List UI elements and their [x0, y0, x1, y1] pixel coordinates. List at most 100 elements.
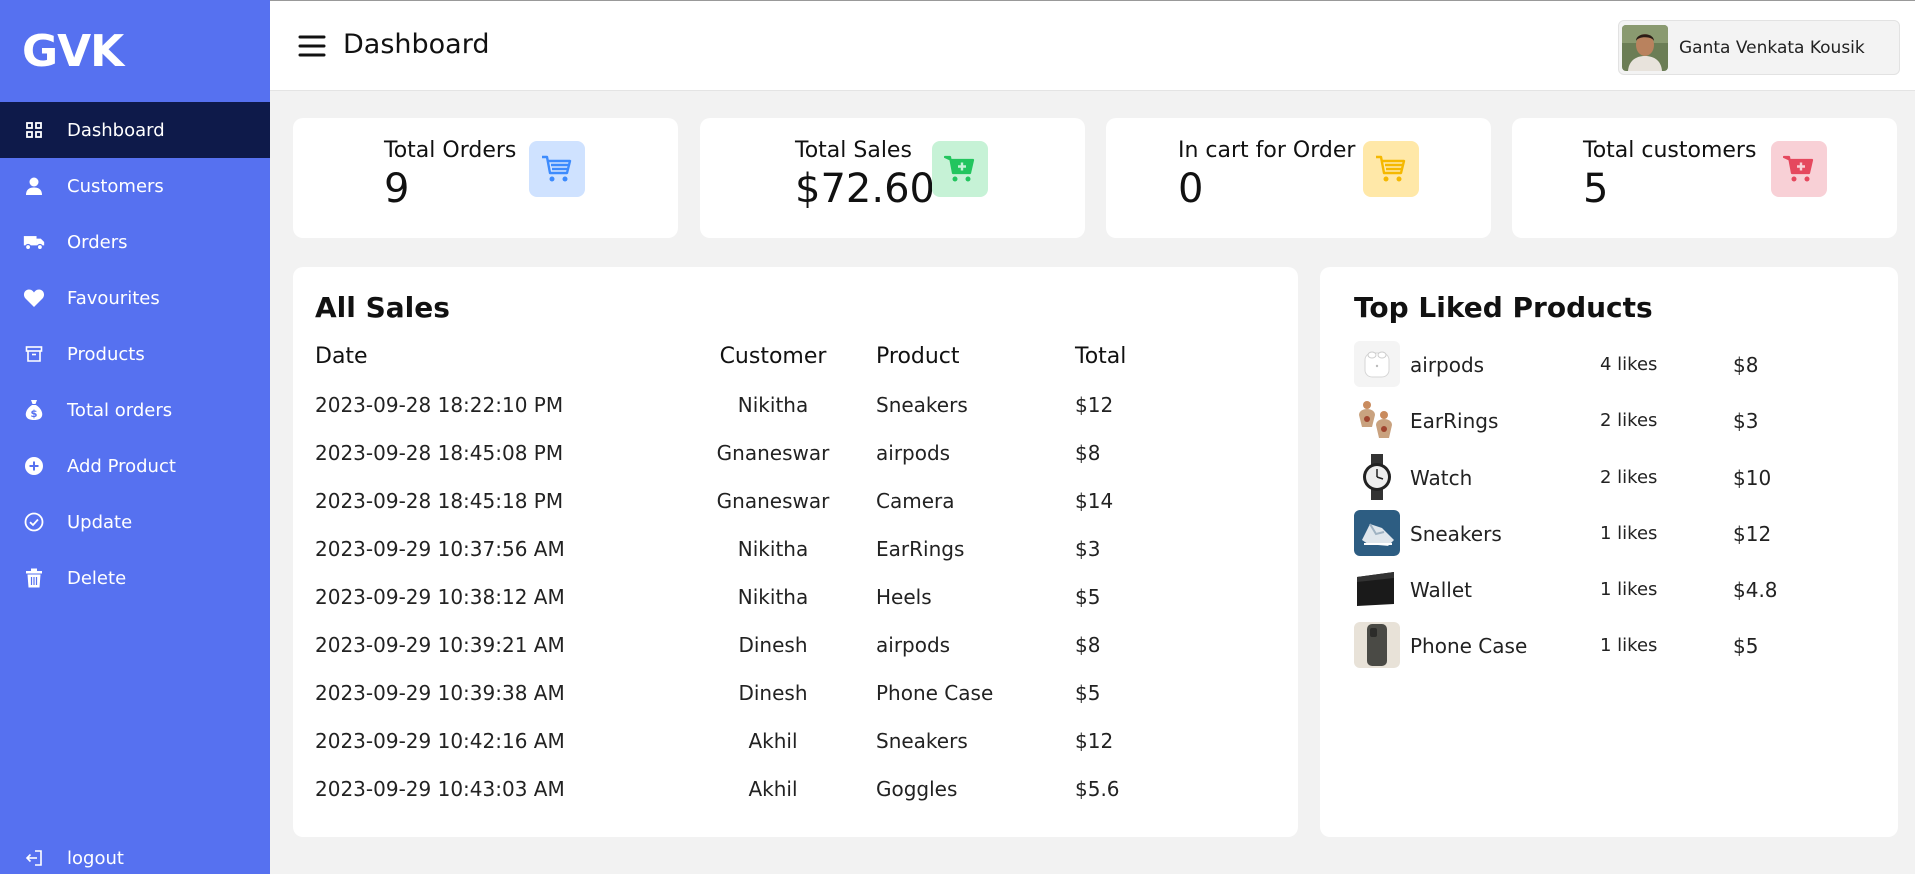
column-header-customer: Customer: [719, 344, 827, 369]
table-row: 2023-09-29 10:42:16 AM Akhil Sneakers $1…: [293, 729, 1298, 777]
cell-date: 2023-09-28 18:45:08 PM: [315, 441, 564, 465]
cell-product: Sneakers: [876, 729, 968, 753]
earrings-thumbnail: [1354, 397, 1400, 443]
wallet-thumbnail: [1354, 566, 1400, 612]
cell-total: $5: [1075, 681, 1101, 705]
stat-card-in-cart: In cart for Order 0: [1106, 118, 1491, 238]
panel-title: Top Liked Products: [1354, 291, 1653, 324]
stat-card-title: In cart for Order: [1178, 138, 1356, 163]
cell-customer: Nikitha: [737, 585, 809, 609]
top-liked-products-panel: Top Liked Products airpods 4 likes $8 Ea…: [1320, 267, 1898, 837]
sidebar-item-label: Orders: [67, 231, 128, 253]
table-row: 2023-09-29 10:39:21 AM Dinesh airpods $8: [293, 633, 1298, 681]
logout-button[interactable]: logout: [0, 830, 270, 874]
cart-icon: [529, 141, 585, 197]
table-row: 2023-09-28 18:45:08 PM Gnaneswar airpods…: [293, 441, 1298, 489]
cell-customer: Nikitha: [737, 537, 809, 561]
sidebar-item-orders[interactable]: Orders: [0, 214, 270, 270]
sidebar-item-add-product[interactable]: Add Product: [0, 438, 270, 494]
cell-date: 2023-09-29 10:39:38 AM: [315, 681, 565, 705]
airpods-thumbnail: [1354, 341, 1400, 387]
list-item: Phone Case 1 likes $5: [1320, 622, 1898, 678]
product-price: $10: [1733, 466, 1772, 490]
cell-customer: Nikitha: [737, 393, 809, 417]
cell-product: Sneakers: [876, 393, 968, 417]
table-row: 2023-09-29 10:37:56 AM Nikitha EarRings …: [293, 537, 1298, 585]
sidebar-item-total-orders[interactable]: $ Total orders: [0, 382, 270, 438]
logout-label: logout: [67, 847, 124, 869]
stat-card-value: 9: [384, 166, 410, 212]
cell-date: 2023-09-29 10:39:21 AM: [315, 633, 565, 657]
stat-card-value: 5: [1583, 166, 1609, 212]
column-header-date: Date: [315, 344, 368, 369]
sidebar-item-delete[interactable]: Delete: [0, 550, 270, 606]
cell-customer: Gnaneswar: [716, 441, 830, 465]
column-header-product: Product: [876, 344, 960, 369]
cart-icon: [1363, 141, 1419, 197]
heart-icon: [23, 287, 45, 309]
sidebar-item-label: Customers: [67, 175, 164, 197]
cell-date: 2023-09-29 10:43:03 AM: [315, 777, 565, 801]
product-likes: 2 likes: [1600, 467, 1658, 488]
cell-product: airpods: [876, 441, 951, 465]
cell-date: 2023-09-29 10:42:16 AM: [315, 729, 565, 753]
cell-customer: Dinesh: [738, 633, 808, 657]
cell-date: 2023-09-29 10:38:12 AM: [315, 585, 565, 609]
sidebar-item-favourites[interactable]: Favourites: [0, 270, 270, 326]
sidebar-nav: Dashboard Customers Orders Favourites Pr…: [0, 102, 270, 606]
money-bag-icon: $: [23, 399, 45, 421]
cell-product: Camera: [876, 489, 955, 513]
panel-title: All Sales: [315, 291, 450, 324]
cell-total: $5.6: [1075, 777, 1120, 801]
cell-product: Goggles: [876, 777, 958, 801]
sidebar-item-label: Products: [67, 343, 145, 365]
hamburger-menu-button[interactable]: [298, 34, 326, 58]
cell-customer: Dinesh: [738, 681, 808, 705]
sidebar: GVK Dashboard Customers Orders Favourite…: [0, 0, 270, 874]
product-name: Watch: [1410, 466, 1473, 490]
stat-card-title: Total Orders: [384, 138, 517, 163]
cell-total: $12: [1075, 393, 1114, 417]
cell-product: EarRings: [876, 537, 965, 561]
sidebar-item-label: Favourites: [67, 287, 160, 309]
sidebar-item-label: Delete: [67, 567, 127, 589]
cell-customer: Gnaneswar: [716, 489, 830, 513]
stat-card-title: Total Sales: [795, 138, 912, 163]
list-item: Wallet 1 likes $4.8: [1320, 566, 1898, 622]
product-name: Sneakers: [1410, 522, 1502, 546]
check-circle-icon: [23, 511, 45, 533]
product-price: $3: [1733, 409, 1759, 433]
stat-card-total-sales: Total Sales $72.60: [700, 118, 1085, 238]
table-row: 2023-09-29 10:38:12 AM Nikitha Heels $5: [293, 585, 1298, 633]
sneakers-thumbnail: [1354, 510, 1400, 556]
sidebar-item-dashboard[interactable]: Dashboard: [0, 102, 270, 158]
product-price: $8: [1733, 353, 1759, 377]
product-likes: 1 likes: [1600, 579, 1658, 600]
cell-total: $3: [1075, 537, 1101, 561]
stat-card-total-orders: Total Orders 9: [293, 118, 678, 238]
list-item: EarRings 2 likes $3: [1320, 397, 1898, 453]
cell-total: $5: [1075, 585, 1101, 609]
logout-icon: [23, 847, 45, 869]
user-profile-chip[interactable]: Ganta Venkata Kousik: [1618, 20, 1900, 75]
brand-logo: GVK: [22, 26, 124, 77]
product-name: Wallet: [1410, 578, 1473, 602]
sidebar-item-label: Dashboard: [67, 119, 165, 141]
all-sales-panel: All Sales Date Customer Product Total 20…: [293, 267, 1298, 837]
sidebar-item-customers[interactable]: Customers: [0, 158, 270, 214]
sidebar-item-products[interactable]: Products: [0, 326, 270, 382]
product-price: $5: [1733, 634, 1759, 658]
product-name: EarRings: [1410, 409, 1499, 433]
table-row: 2023-09-28 18:22:10 PM Nikitha Sneakers …: [293, 393, 1298, 441]
cart-plus-icon: [932, 141, 988, 197]
cart-plus-icon: [1771, 141, 1827, 197]
svg-text:$: $: [31, 409, 38, 420]
product-likes: 1 likes: [1600, 635, 1658, 656]
cell-total: $8: [1075, 633, 1101, 657]
trash-icon: [23, 567, 45, 589]
product-likes: 2 likes: [1600, 410, 1658, 431]
table-row: 2023-09-28 18:45:18 PM Gnaneswar Camera …: [293, 489, 1298, 537]
sidebar-item-update[interactable]: Update: [0, 494, 270, 550]
cell-date: 2023-09-28 18:45:18 PM: [315, 489, 564, 513]
top-header: Dashboard Ganta Venkata Kousik: [270, 0, 1915, 91]
